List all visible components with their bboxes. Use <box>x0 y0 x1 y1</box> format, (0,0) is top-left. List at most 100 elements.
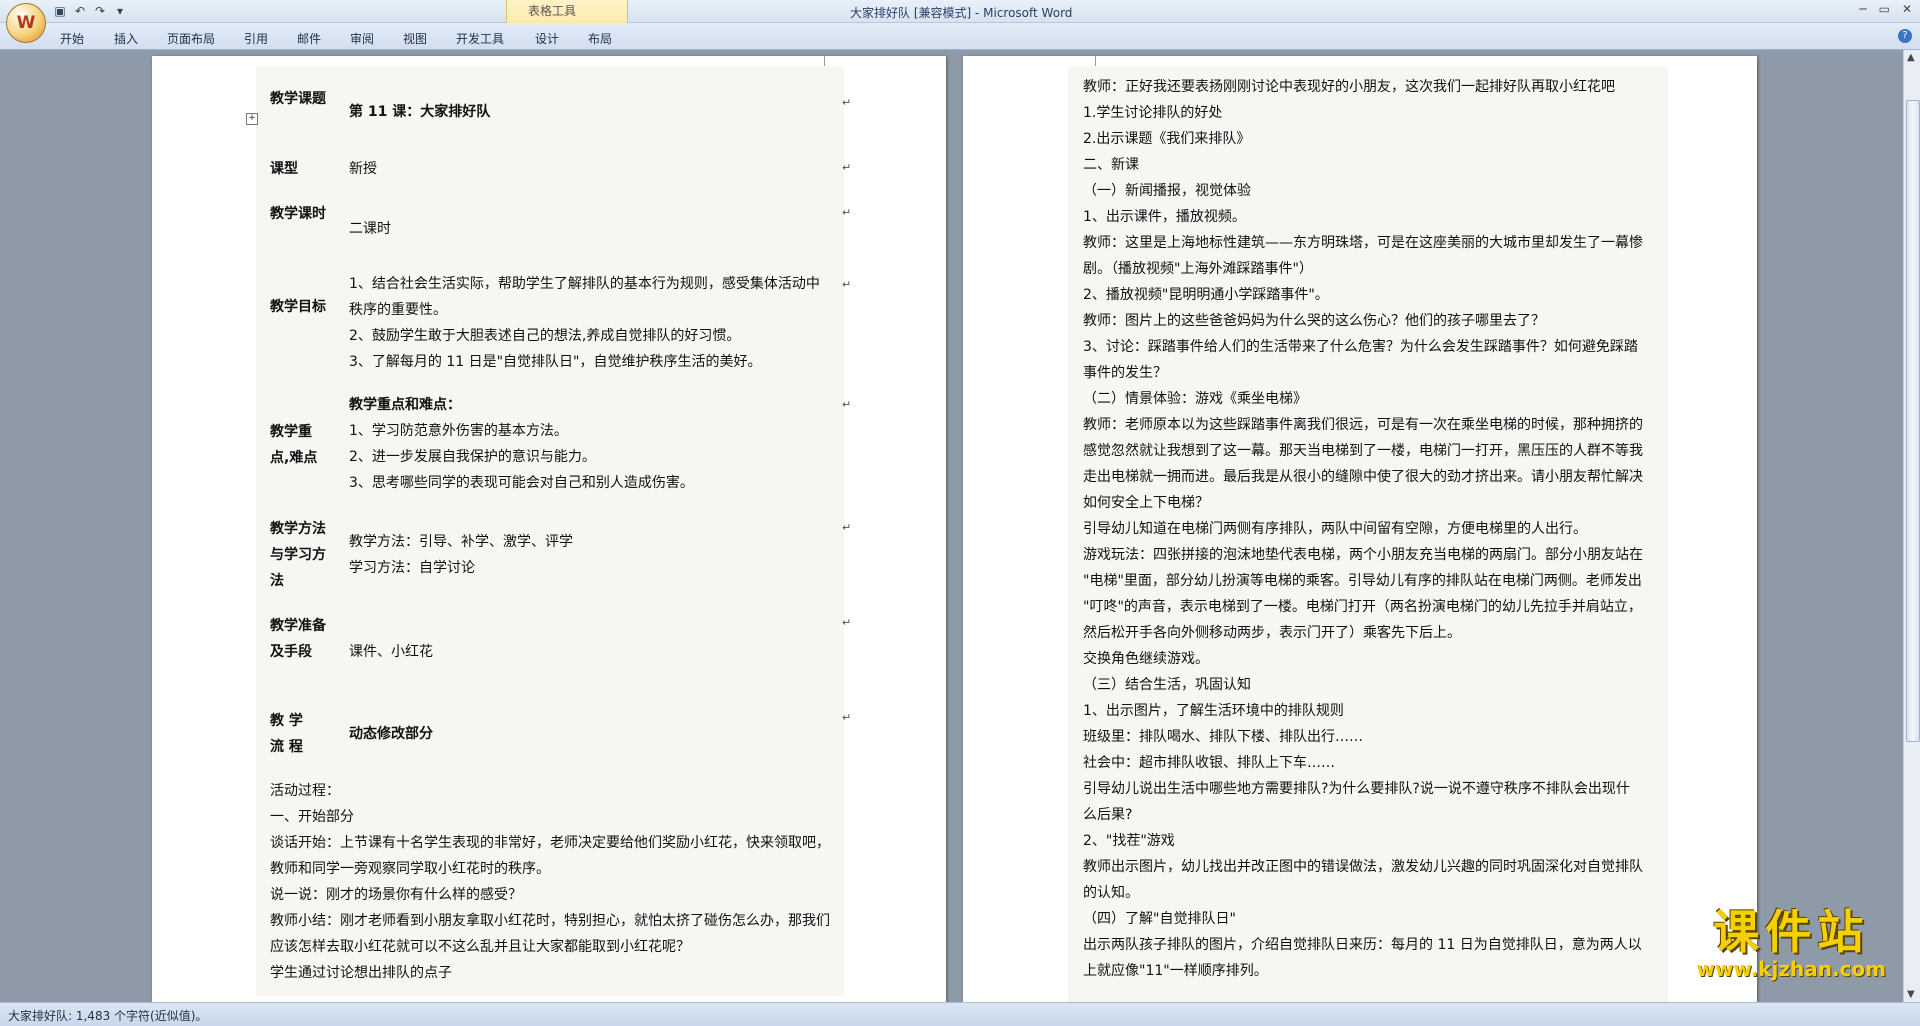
body-line: 说一说：刚才的场景你有什么样的感受？ <box>270 887 522 903</box>
method-line: 教学方法：引导、补学、激学、评学 <box>349 534 573 550</box>
row-content-prep: 课件、小红花 <box>349 644 433 660</box>
body-line: 1.学生讨论排队的好处 <box>1083 105 1223 121</box>
body-line: "电梯"里面，部分幼儿扮演等电梯的乘客。引导幼儿有序的排队站在电梯门两侧。老师发… <box>1083 573 1642 589</box>
cell-end-mark: ↵ <box>842 206 852 219</box>
vertical-scrollbar[interactable]: ▲ ▼ <box>1903 50 1920 1002</box>
window-controls: ─ ▭ ✕ <box>1859 2 1912 16</box>
body-line: 出示两队孩子排队的图片，介绍自觉排队日来历：每月的 11 日为自觉排队日，意为两… <box>1083 937 1642 953</box>
tab-layout[interactable]: 布局 <box>588 30 612 47</box>
page-right: 教师：正好我还要表扬刚刚讨论中表现好的小朋友，这次我们一起排好队再取小红花吧 1… <box>963 56 1757 1002</box>
body-line: 的认知。 <box>1083 885 1139 901</box>
tab-insert[interactable]: 插入 <box>114 30 138 47</box>
keypoint-line: 3、思考哪些同学的表现可能会对自己和别人造成伤害。 <box>349 475 694 491</box>
status-bar: 大家排好队: 1,483 个字符(近似值)。 <box>0 1002 1920 1026</box>
body-line: 2.出示课题《我们来排队》 <box>1083 131 1251 147</box>
tab-view[interactable]: 视图 <box>403 30 427 47</box>
goal-line: 3、了解每月的 11 日是"自觉排队日"，自觉维护秩序生活的美好。 <box>349 354 762 370</box>
close-icon[interactable]: ✕ <box>1902 2 1912 16</box>
body-line: 剧。（播放视频"上海外滩踩踏事件"） <box>1083 261 1313 277</box>
body-line: 教师：正好我还要表扬刚刚讨论中表现好的小朋友，这次我们一起排好队再取小红花吧 <box>1083 79 1615 95</box>
body-line: 教师：图片上的这些爸爸妈妈为什么哭的这么伤心？他们的孩子哪里去了？ <box>1083 313 1545 329</box>
body-line: 然后松开手各向外侧移动两步，表示门开了）乘客先下后上。 <box>1083 625 1461 641</box>
row-label-methods: 教学方法与学习方法 <box>270 521 326 589</box>
keypoint-line: 2、进一步发展自我保护的意识与能力。 <box>349 449 596 465</box>
body-line: 交换角色继续游戏。 <box>1083 651 1209 667</box>
goal-line: 1、结合社会生活实际，帮助学生了解排队的基本行为规则，感受集体活动中 <box>349 276 820 292</box>
cell-end-mark: ↵ <box>842 616 852 629</box>
tab-mailings[interactable]: 邮件 <box>297 30 321 47</box>
row-content-keypoints: 教学重点和难点： 1、学习防范意外伤害的基本方法。 2、进一步发展自我保护的意识… <box>349 392 694 496</box>
row-label-goals: 教学目标 <box>270 299 326 315</box>
body-line: 二、新课 <box>1083 157 1139 173</box>
ribbon-tabs: 开始 插入 页面布局 引用 邮件 审阅 视图 开发工具 设计 布局 <box>0 23 1920 50</box>
tab-home[interactable]: 开始 <box>60 30 84 47</box>
body-line: 教师和同学一旁观察同学取小红花时的秩序。 <box>270 861 550 877</box>
scroll-thumb[interactable] <box>1906 100 1920 742</box>
minimize-icon[interactable]: ─ <box>1859 2 1866 16</box>
row-label-hours: 教学课时 <box>270 206 326 222</box>
body-line: （四）了解"自觉排队日" <box>1083 911 1236 927</box>
row-label-prep: 教学准备及手段 <box>270 618 326 660</box>
body-line: 活动过程： <box>270 783 340 799</box>
goal-line: 2、鼓励学生敢于大胆表述自己的想法,养成自觉排队的好习惯。 <box>349 328 741 344</box>
tab-page-layout[interactable]: 页面布局 <box>167 30 215 47</box>
tab-references[interactable]: 引用 <box>244 30 268 47</box>
undo-icon[interactable]: ↶ <box>72 3 88 19</box>
cell-end-mark: ↵ <box>842 521 852 534</box>
body-line: 如何安全上下电梯？ <box>1083 495 1209 511</box>
keypoint-line: 1、学习防范意外伤害的基本方法。 <box>349 423 568 439</box>
row-label-keypoints: 教学重点,难点 <box>270 424 318 466</box>
watermark-logo: 课件站 www.kjzhan.com <box>1696 906 1886 980</box>
tab-developer[interactable]: 开发工具 <box>456 30 504 47</box>
cell-end-mark: ↵ <box>842 96 852 109</box>
body-line: 1、出示课件，播放视频。 <box>1083 209 1246 225</box>
save-icon[interactable]: ▣ <box>52 3 68 19</box>
body-line: 一、开始部分 <box>270 809 354 825</box>
body-line: （一）新闻播报，视觉体验 <box>1083 183 1251 199</box>
tab-design[interactable]: 设计 <box>535 30 559 47</box>
customize-icon[interactable]: ▾ <box>112 3 128 19</box>
body-line: 走出电梯就一拥而进。最后我是从很小的缝隙中使了很大的劲才挤出来。请小朋友帮忙解决 <box>1083 469 1643 485</box>
body-line: 1、出示图片，了解生活环境中的排队规则 <box>1083 703 1344 719</box>
document-workspace: 教学课题 第 11 课：大家排好队 课型 新授 教学课时 二课时 教学目标 1、… <box>0 50 1900 1002</box>
body-line: 引导幼儿说出生活中哪些地方需要排队?为什么要排队?说一说不遵守秩序不排队会出现什 <box>1083 781 1630 797</box>
maximize-icon[interactable]: ▭ <box>1879 2 1890 16</box>
row-content-subject: 第 11 课：大家排好队 <box>349 104 491 120</box>
body-line: 感觉忽然就让我想到了这一幕。那天当电梯到了一楼，电梯门一打开，黑压压的人群不等我 <box>1083 443 1643 459</box>
body-line: 么后果? <box>1083 807 1133 823</box>
cell-end-mark: ↵ <box>842 711 852 724</box>
quick-access-toolbar: ▣ ↶ ↷ ▾ <box>52 3 128 19</box>
body-line: （三）结合生活，巩固认知 <box>1083 677 1251 693</box>
goal-line: 秩序的重要性。 <box>349 302 447 318</box>
body-line: 社会中：超市排队收银、排队上下车…… <box>1083 755 1335 771</box>
word-count-status[interactable]: 大家排好队: 1,483 个字符(近似值)。 <box>8 1007 207 1024</box>
body-line: 教师出示图片，幼儿找出并改正图中的错误做法，激发幼儿兴趣的同时巩固深化对自觉排队 <box>1083 859 1643 875</box>
body-line: 班级里：排队喝水、排队下楼、排队出行…… <box>1083 729 1363 745</box>
row-content-type: 新授 <box>349 161 377 177</box>
office-button[interactable]: W <box>6 3 46 43</box>
scroll-up-icon[interactable]: ▲ <box>1907 52 1915 63</box>
body-line: （二）情景体验：游戏《乘坐电梯》 <box>1083 391 1307 407</box>
row-content-flow: 动态修改部分 <box>349 726 433 742</box>
method-line: 学习方法：自学讨论 <box>349 560 475 576</box>
body-line: 教师：老师原本以为这些踩踏事件离我们很远，可是有一次在乘坐电梯的时候，那种拥挤的 <box>1083 417 1643 433</box>
keypoints-heading: 教学重点和难点： <box>349 397 461 413</box>
scroll-down-icon[interactable]: ▼ <box>1907 989 1915 1000</box>
body-line: 教师：这里是上海地标性建筑——东方明珠塔，可是在这座美丽的大城市里却发生了一幕惨 <box>1083 235 1643 251</box>
row-content-methods: 教学方法：引导、补学、激学、评学 学习方法：自学讨论 <box>349 529 573 581</box>
row-label-flow: 教 学 流 程 <box>270 713 303 755</box>
row-label-type: 课型 <box>270 161 298 177</box>
body-line: 3、讨论：踩踏事件给人们的生活带来了什么危害？为什么会发生踩踏事件？如何避免踩踏 <box>1083 339 1638 355</box>
help-icon[interactable]: ? <box>1898 29 1912 43</box>
page-left: 教学课题 第 11 课：大家排好队 课型 新授 教学课时 二课时 教学目标 1、… <box>152 56 946 1002</box>
cell-end-mark: ↵ <box>842 398 852 411</box>
body-line: 教师小结：刚才老师看到小朋友拿取小红花时，特别担心，就怕太挤了碰伤怎么办，那我们 <box>270 913 830 929</box>
tab-review[interactable]: 审阅 <box>350 30 374 47</box>
redo-icon[interactable]: ↷ <box>92 3 108 19</box>
table-move-handle[interactable]: + <box>246 113 258 125</box>
title-bar: W ▣ ↶ ↷ ▾ 表格工具 大家排好队 [兼容模式] - Microsoft … <box>0 0 1920 43</box>
body-line: 谈话开始：上节课有十名学生表现的非常好，老师决定要给他们奖励小红花，快来领取吧， <box>270 835 830 851</box>
table-tools-label: 表格工具 <box>528 4 577 18</box>
window-title: 大家排好队 [兼容模式] - Microsoft Word <box>850 6 1073 20</box>
body-line: 引导幼儿知道在电梯门两侧有序排队，两队中间留有空隙，方便电梯里的人出行。 <box>1083 521 1587 537</box>
